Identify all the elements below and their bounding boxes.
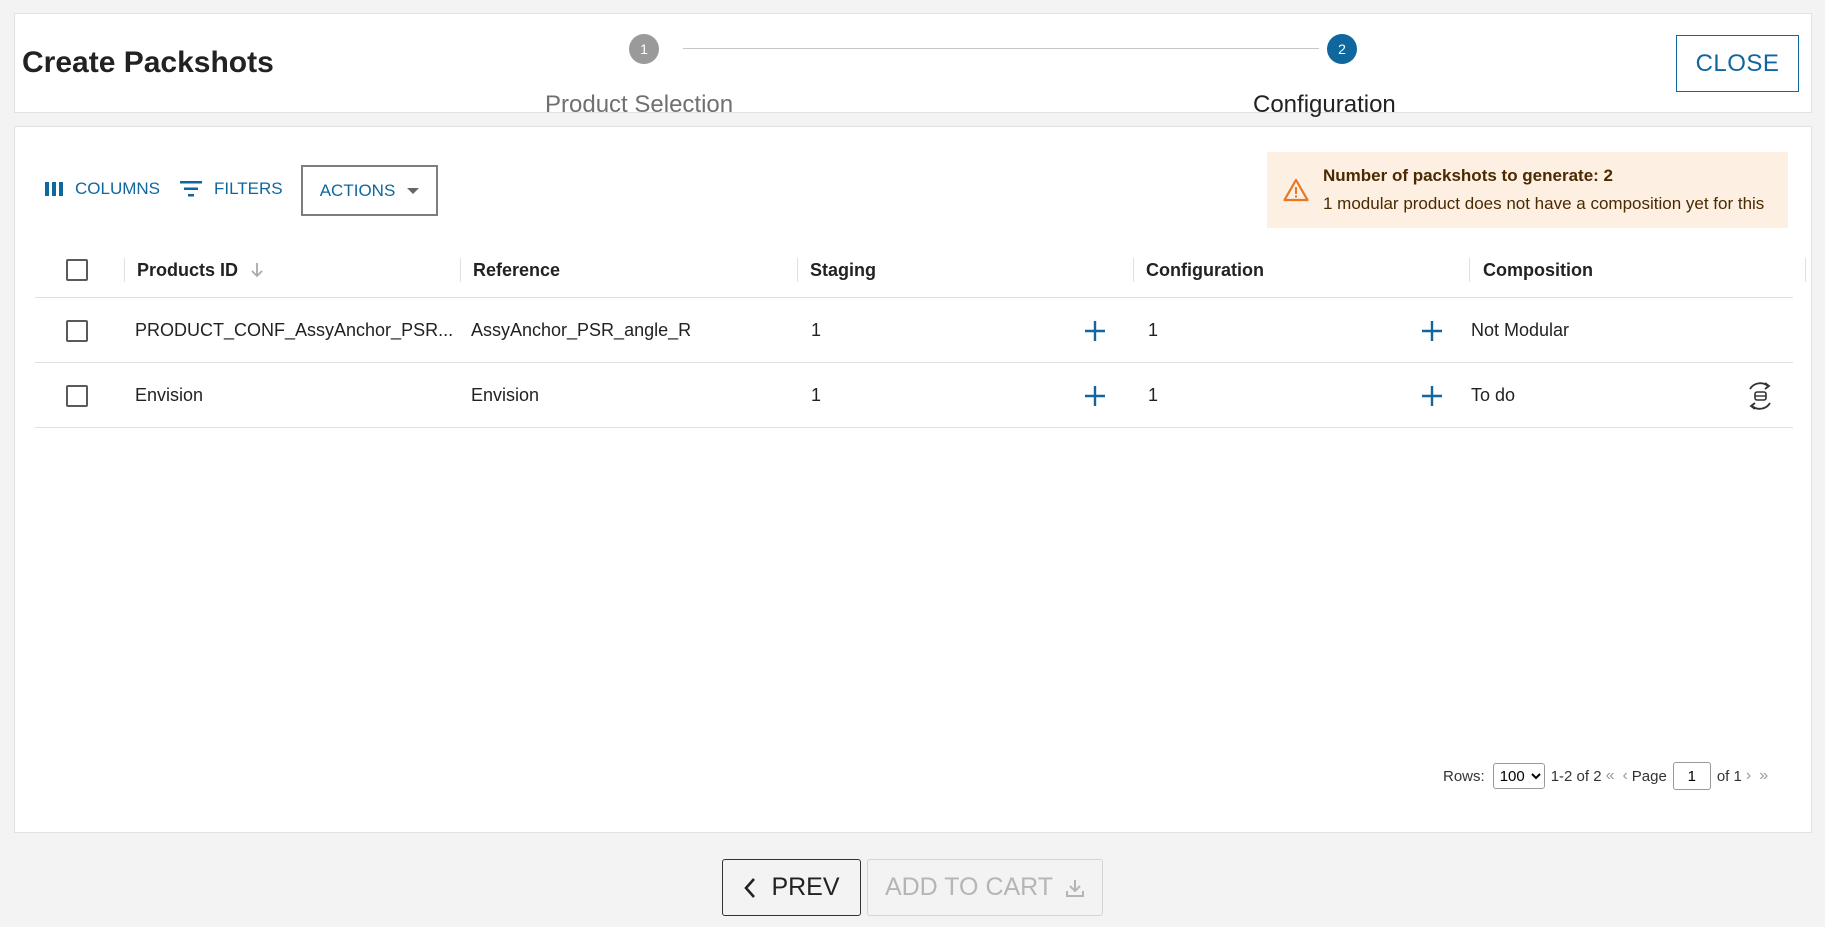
column-separator [797,258,798,282]
add-to-cart-button[interactable]: ADD TO CART [867,859,1103,916]
packshot-count-alert: Number of packshots to generate: 2 1 mod… [1267,152,1788,228]
product-id-cell: Envision [135,385,204,405]
download-icon [1066,879,1085,897]
column-header-reference[interactable]: Reference [473,242,560,298]
last-page-icon[interactable]: » [1759,767,1768,785]
column-header-composition[interactable]: Composition [1483,242,1593,298]
configuration-cell: 1 [1148,320,1159,340]
filter-icon [180,181,202,197]
row-checkbox[interactable] [66,385,88,407]
column-header-staging[interactable]: Staging [810,242,876,298]
page-label: Page [1631,767,1667,785]
next-page-icon[interactable]: › [1746,767,1751,785]
plus-icon[interactable] [1082,383,1108,409]
rows-per-page-select[interactable]: 100 [1492,763,1545,789]
chevron-left-icon [744,877,756,898]
table-header: Products ID Reference Staging Configurat… [35,242,1806,298]
first-page-icon[interactable]: « [1606,767,1615,785]
close-button[interactable]: CLOSE [1676,35,1799,92]
columns-button[interactable]: COLUMNS [45,179,160,199]
pagination: Rows: 100 1-2 of 2 « ‹ Page of 1 › » [1443,762,1772,790]
reference-cell: Envision [471,385,540,405]
filters-label: FILTERS [214,179,283,198]
warning-icon [1283,178,1309,202]
table-row[interactable]: Envision Envision 1 1 To do [35,363,1793,428]
main-panel: COLUMNS FILTERS ACTIONS Number of packsh… [14,126,1812,833]
compose-3d-icon[interactable] [1744,380,1776,412]
column-separator [1133,258,1134,282]
plus-icon[interactable] [1082,318,1108,344]
table-row[interactable]: PRODUCT_CONF_AssyAnchor_PSR... AssyAncho… [35,298,1793,363]
column-separator [1469,258,1470,282]
composition-cell: To do [1471,385,1516,405]
configuration-cell: 1 [1148,385,1159,405]
header-panel: Create Packshots 1 2 Product Selection C… [14,13,1812,118]
rows-label: Rows: [1443,767,1485,785]
caret-down-icon [407,187,420,194]
prev-button[interactable]: PREV [722,859,861,916]
plus-icon[interactable] [1419,318,1445,344]
plus-icon[interactable] [1419,383,1445,409]
pagination-range: 1-2 of 2 [1550,767,1602,785]
staging-cell: 1 [811,320,822,340]
actions-dropdown[interactable]: ACTIONS [301,165,438,216]
step-1-indicator: 1 [629,34,659,64]
columns-icon [45,182,63,196]
prev-label: PREV [771,873,840,901]
page-number-input[interactable] [1672,762,1711,790]
composition-cell: Not Modular [1471,320,1570,340]
staging-cell: 1 [811,385,822,405]
products-table: Products ID Reference Staging Configurat… [35,242,1806,428]
alert-message: 1 modular product does not have a compos… [1323,194,1765,213]
prev-page-icon[interactable]: ‹ [1622,767,1627,785]
column-header-configuration[interactable]: Configuration [1146,242,1264,298]
product-id-cell: PRODUCT_CONF_AssyAnchor_PSR... [135,320,454,340]
step-2-label: Configuration [1253,91,1396,118]
page-total: of 1 [1716,767,1742,785]
column-separator [1805,258,1806,282]
step-2-indicator: 2 [1327,34,1357,64]
alert-title: Number of packshots to generate: 2 [1323,166,1614,185]
reference-cell: AssyAnchor_PSR_angle_R [471,320,692,340]
column-header-label: Products ID [137,259,239,280]
filters-button[interactable]: FILTERS [180,179,283,199]
page-title: Create Packshots [22,46,274,79]
stepper-connector [683,48,1319,49]
step-1-label: Product Selection [545,91,734,118]
column-separator [124,258,125,282]
select-all-checkbox[interactable] [66,259,88,281]
column-separator [460,258,461,282]
actions-label: ACTIONS [319,180,396,200]
alert-content: Number of packshots to generate: 2 1 mod… [1323,166,1764,214]
add-to-cart-label: ADD TO CART [884,873,1054,901]
column-header-products-id[interactable]: Products ID [137,242,264,298]
columns-label: COLUMNS [75,179,161,198]
row-checkbox[interactable] [66,320,88,342]
sort-arrow-down-icon[interactable] [250,262,264,278]
